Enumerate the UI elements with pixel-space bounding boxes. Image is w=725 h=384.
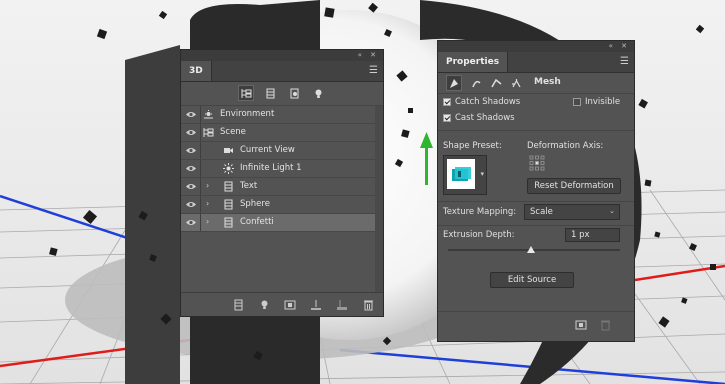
camera-icon: [223, 145, 234, 159]
tab-3d[interactable]: 3D: [181, 61, 212, 81]
scene-icon: [203, 127, 214, 141]
cap-props-icon[interactable]: [488, 75, 504, 91]
visibility-eye-icon[interactable]: [186, 129, 196, 139]
deformation-axis-grid[interactable]: [529, 155, 545, 171]
layer-row-text[interactable]: › Text: [181, 178, 375, 196]
chevron-down-icon: ⌄: [609, 207, 615, 215]
cast-shadows-checkbox[interactable]: [443, 114, 451, 122]
layer-label: Infinite Light 1: [240, 163, 302, 173]
edit-source-button[interactable]: Edit Source: [490, 272, 574, 288]
layer-row-confetti[interactable]: › Confetti: [181, 214, 375, 232]
mesh-tab-label[interactable]: Mesh: [534, 77, 561, 87]
gizmo-y-arrow: [425, 145, 428, 185]
invisible-label: Invisible: [585, 97, 621, 107]
layer-row-scene[interactable]: Scene: [181, 124, 375, 142]
environment-icon: [203, 109, 214, 123]
properties-tabbar: Properties ☰: [438, 52, 634, 73]
materials-filter-icon[interactable]: [286, 85, 302, 101]
property-type-tabs: Mesh: [442, 73, 632, 93]
deformation-axis-label: Deformation Axis:: [527, 141, 604, 151]
meshes-filter-icon[interactable]: [262, 85, 278, 101]
add-light-icon[interactable]: [257, 298, 271, 312]
text-object-left-face: [125, 45, 180, 384]
coordinates-props-icon[interactable]: [508, 75, 524, 91]
properties-titlebar[interactable]: « ✕: [438, 41, 634, 52]
lights-filter-icon[interactable]: [310, 85, 326, 101]
mesh-icon: [223, 181, 234, 195]
cast-shadows-label: Cast Shadows: [455, 113, 515, 123]
shape-preset-picker[interactable]: ▾: [443, 155, 487, 195]
texture-mapping-value: Scale: [530, 207, 553, 217]
collapse-close-icons[interactable]: « ✕: [358, 50, 379, 61]
whole-scene-filter-icon[interactable]: [238, 85, 254, 101]
3d-panel-footer: [181, 292, 383, 316]
layer-row-environment[interactable]: Environment: [181, 106, 375, 124]
layer-label: Confetti: [240, 217, 274, 227]
mesh-props-icon[interactable]: [446, 75, 462, 91]
layer-list-scrollbar[interactable]: [375, 106, 383, 292]
layer-label: Current View: [240, 145, 295, 155]
visibility-eye-icon[interactable]: [186, 183, 196, 193]
3d-layer-list: Environment Scene Current View Infinite Lig…: [181, 106, 375, 232]
shape-preset-label: Shape Preset:: [443, 141, 502, 151]
render-icon[interactable]: [575, 319, 587, 334]
extrusion-depth-input[interactable]: 1 px: [565, 228, 620, 242]
visibility-eye-icon[interactable]: [186, 165, 196, 175]
catch-shadows-checkbox[interactable]: [443, 98, 451, 106]
3d-panel: « ✕ 3D ☰ Environment Scene Current View Inf…: [180, 49, 384, 317]
chevron-right-icon[interactable]: ›: [206, 181, 209, 190]
extrusion-depth-slider-thumb[interactable]: [527, 246, 535, 253]
visibility-eye-icon[interactable]: [186, 219, 196, 229]
light-icon: [223, 163, 234, 177]
3d-filter-bar: [181, 81, 383, 105]
visibility-eye-icon[interactable]: [186, 111, 196, 121]
layer-label: Sphere: [240, 199, 270, 209]
add-mesh-icon[interactable]: [231, 298, 245, 312]
chevron-right-icon[interactable]: ›: [206, 217, 209, 226]
render-icon[interactable]: [283, 298, 297, 312]
mesh-icon: [223, 199, 234, 213]
layer-label: Environment: [220, 109, 275, 119]
collapse-close-icons[interactable]: « ✕: [609, 41, 630, 52]
delete-trash-icon[interactable]: [361, 298, 375, 312]
layer-row-infinite-light-1[interactable]: Infinite Light 1: [181, 160, 375, 178]
tab-properties[interactable]: Properties: [438, 52, 509, 72]
properties-panel: « ✕ Properties ☰ Mesh Catch Shadows Invi…: [437, 40, 635, 342]
delete-trash-icon[interactable]: [600, 319, 611, 334]
shape-preset-thumbnail: [447, 159, 475, 189]
chevron-right-icon[interactable]: ›: [206, 199, 209, 208]
chevron-down-icon[interactable]: ▾: [480, 170, 484, 178]
reset-deformation-button[interactable]: Reset Deformation: [527, 178, 621, 194]
panel-menu-icon[interactable]: ☰: [369, 65, 378, 77]
layer-label: Scene: [220, 127, 246, 137]
layer-label: Text: [240, 181, 258, 191]
deform-props-icon[interactable]: [468, 75, 484, 91]
mesh-icon: [223, 217, 234, 231]
catch-shadows-label: Catch Shadows: [455, 97, 521, 107]
layer-row-sphere[interactable]: › Sphere: [181, 196, 375, 214]
texture-mapping-label: Texture Mapping:: [443, 207, 517, 217]
new-object-icon[interactable]: [335, 298, 349, 312]
3d-panel-tabbar: 3D ☰: [181, 61, 383, 82]
layer-row-current-view[interactable]: Current View: [181, 142, 375, 160]
visibility-eye-icon[interactable]: [186, 147, 196, 157]
visibility-eye-icon[interactable]: [186, 201, 196, 211]
invisible-checkbox[interactable]: [573, 98, 581, 106]
texture-mapping-dropdown[interactable]: Scale ⌄: [524, 204, 620, 220]
drop-to-ground-icon[interactable]: [309, 298, 323, 312]
3d-panel-titlebar[interactable]: « ✕: [181, 50, 383, 61]
panel-menu-icon[interactable]: ☰: [620, 56, 629, 68]
extrusion-depth-value: 1 px: [571, 230, 590, 240]
extrusion-depth-label: Extrusion Depth:: [443, 230, 515, 240]
